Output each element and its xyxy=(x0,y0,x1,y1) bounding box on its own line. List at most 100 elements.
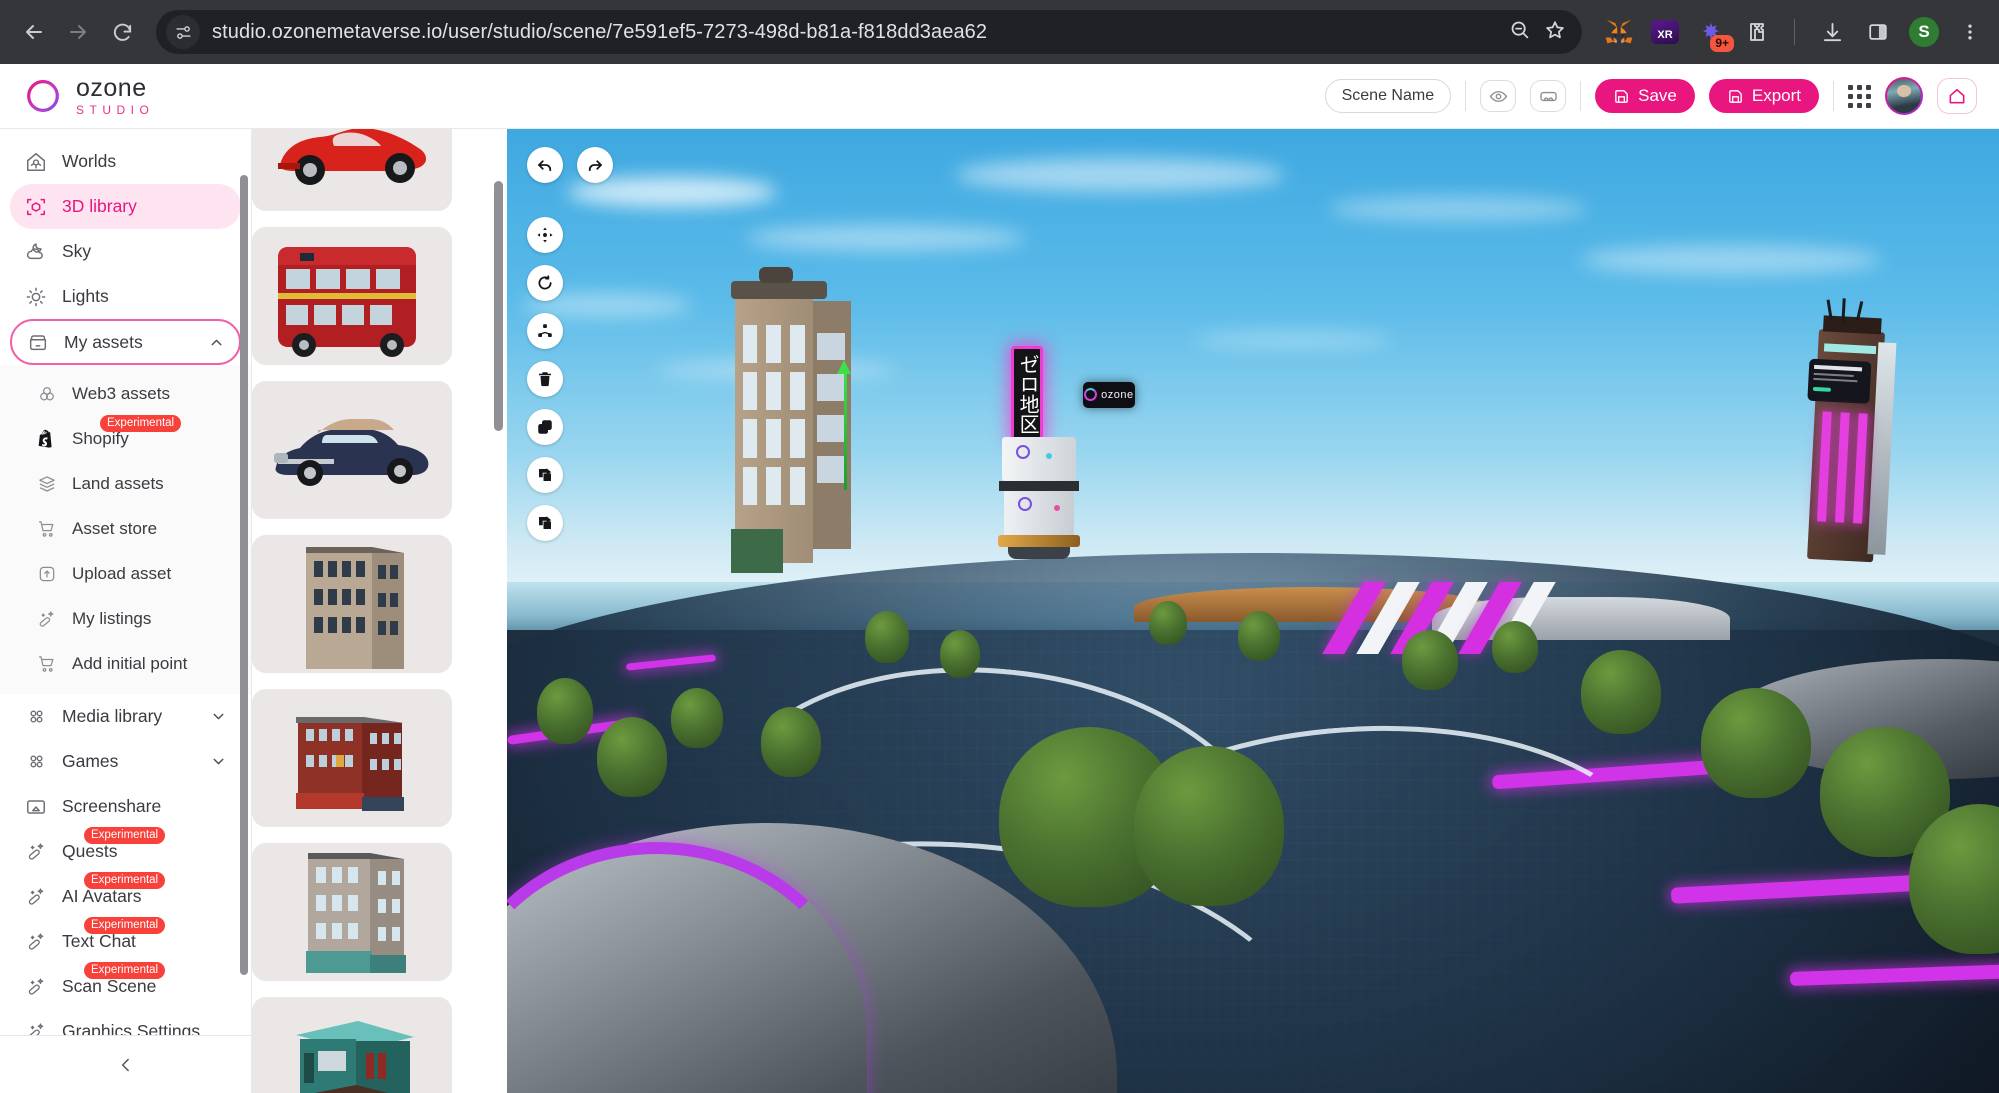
xr-extension-icon[interactable]: XR xyxy=(1650,17,1680,47)
sidebar-item-add-initial-point[interactable]: Add initial point xyxy=(24,641,241,686)
browser-back-button[interactable] xyxy=(14,12,54,52)
sidebar-item-label: Text Chat xyxy=(62,931,136,951)
transform-gizmo-arrow[interactable] xyxy=(836,360,851,375)
header-divider-2 xyxy=(1580,81,1582,111)
neon-sign-text: ゼロ地区 xyxy=(1016,353,1041,434)
browser-forward-button[interactable] xyxy=(58,12,98,52)
undo-button[interactable] xyxy=(527,147,563,183)
experimental-badge: Experimental xyxy=(84,962,166,980)
sidebar-item-worlds[interactable]: Worlds xyxy=(10,139,241,184)
sidebar-item-sky[interactable]: Sky xyxy=(10,229,241,274)
sidebar-item-games[interactable]: Games xyxy=(10,739,241,784)
rotate-tool-button[interactable] xyxy=(527,265,563,301)
sidebar-item-my-listings[interactable]: My listings xyxy=(24,596,241,641)
transform-gizmo-axis[interactable] xyxy=(844,370,848,490)
scene-tree-large xyxy=(1133,745,1284,906)
site-settings-icon[interactable] xyxy=(166,15,200,49)
sidebar-item-my-assets[interactable]: My assets xyxy=(10,319,241,365)
scene-tree xyxy=(1700,688,1811,799)
scene-ozone-billboard[interactable]: ozone xyxy=(1082,381,1135,408)
scene-tree xyxy=(1148,601,1187,646)
experimental-badge: Experimental xyxy=(100,415,182,433)
cloud-moon-icon xyxy=(24,240,48,264)
asset-card-double-decker-bus[interactable] xyxy=(252,227,452,365)
shopify-bag-icon xyxy=(36,428,58,450)
sparkle-wand-icon xyxy=(24,1020,48,1035)
sidebar-collapse-button[interactable] xyxy=(0,1035,251,1093)
my-assets-submenu: Web3 assets Shopify Experimental Land as… xyxy=(0,365,251,694)
sidebar-item-label: Asset store xyxy=(72,518,158,538)
delete-button[interactable] xyxy=(527,361,563,397)
scene-chevron-stripes xyxy=(1321,582,1614,655)
sidebar-item-upload-asset[interactable]: Upload asset xyxy=(24,551,241,596)
asset-thumbnail-panel[interactable] xyxy=(252,129,507,1093)
extensions-puzzle-icon[interactable] xyxy=(1742,17,1772,47)
sidebar-item-web3-assets[interactable]: Web3 assets xyxy=(24,371,241,416)
three-dot-menu-icon[interactable] xyxy=(1955,17,1985,47)
bookmark-star-icon[interactable] xyxy=(1544,19,1566,46)
asset-card-gray-corner-building[interactable] xyxy=(252,843,452,981)
preview-eye-icon[interactable] xyxy=(1480,80,1517,112)
browser-profile-avatar[interactable]: S xyxy=(1909,17,1939,47)
user-avatar[interactable] xyxy=(1885,77,1923,115)
share-object-button[interactable] xyxy=(527,505,563,541)
sidebar-item-label: Land assets xyxy=(72,473,164,493)
experimental-badge: Experimental xyxy=(84,917,166,935)
sidebar-item-scan-scene[interactable]: Scan Scene Experimental xyxy=(10,962,241,1009)
sidebar-item-label: Screenshare xyxy=(62,796,162,816)
asset-card-tan-apartment[interactable] xyxy=(252,535,452,673)
scene-name-input[interactable]: Scene Name xyxy=(1324,79,1452,113)
sidebar-item-asset-store[interactable]: Asset store xyxy=(24,506,241,551)
sidebar-item-shopify[interactable]: Shopify Experimental xyxy=(24,415,241,461)
experimental-badge: Experimental xyxy=(84,872,166,890)
grid-dots-icon xyxy=(24,750,48,774)
3d-viewport[interactable]: ゼロ地区 ozone xyxy=(507,129,1999,1093)
chevron-up-icon[interactable] xyxy=(208,334,225,351)
scene-cyber-tower[interactable] xyxy=(1806,298,1897,564)
sidebar-item-ai-avatars[interactable]: AI Avatars Experimental xyxy=(10,872,241,919)
address-bar[interactable]: studio.ozonemetaverse.io/user/studio/sce… xyxy=(156,10,1582,54)
chevron-down-icon[interactable] xyxy=(210,753,227,770)
ozone-ring-icon xyxy=(22,75,64,117)
brand-logo[interactable]: ozone STUDIO xyxy=(22,75,154,117)
sidebar-item-screenshare[interactable]: Screenshare xyxy=(10,784,241,829)
home-icon[interactable] xyxy=(1937,78,1977,114)
duplicate-button[interactable] xyxy=(527,409,563,445)
sidebar-item-lights[interactable]: Lights xyxy=(10,274,241,319)
export-button[interactable]: Export xyxy=(1708,79,1819,113)
save-button[interactable]: Save xyxy=(1595,79,1695,113)
download-icon[interactable] xyxy=(1817,17,1847,47)
grid-apps-icon[interactable] xyxy=(1848,84,1871,108)
browser-reload-button[interactable] xyxy=(102,12,142,52)
sidebar-item-media-library[interactable]: Media library xyxy=(10,694,241,739)
scene-tree xyxy=(671,688,724,749)
redo-button[interactable] xyxy=(577,147,613,183)
side-panel-icon[interactable] xyxy=(1863,17,1893,47)
scene-neon-sign[interactable]: ゼロ地区 xyxy=(1011,345,1044,442)
sidebar-item-land-assets[interactable]: Land assets xyxy=(24,461,241,506)
asset-card-vintage-blue-car[interactable] xyxy=(252,381,452,519)
asset-card-red-brick-building[interactable] xyxy=(252,689,452,827)
asset-card-red-sports-car[interactable] xyxy=(252,129,452,211)
asset-card-teal-storefront[interactable] xyxy=(252,997,452,1093)
sidebar-item-quests[interactable]: Quests Experimental xyxy=(10,827,241,874)
asset-panel-scrollbar[interactable] xyxy=(494,181,503,431)
notifications-extension-icon[interactable]: 9+ xyxy=(1696,17,1734,52)
export-object-button[interactable] xyxy=(527,457,563,493)
sidebar-item-graphics-settings[interactable]: Graphics Settings xyxy=(10,1009,241,1035)
scene-building-tan[interactable] xyxy=(730,266,851,573)
web3-circles-icon xyxy=(36,383,58,405)
move-tool-button[interactable] xyxy=(527,217,563,253)
chevron-down-icon[interactable] xyxy=(210,708,227,725)
sidebar-item-label: Scan Scene xyxy=(62,976,157,996)
metamask-extension-icon[interactable] xyxy=(1604,17,1634,47)
vr-headset-icon[interactable] xyxy=(1530,80,1567,112)
sidebar-scrollbar[interactable] xyxy=(240,175,248,975)
sidebar-item-label: Add initial point xyxy=(72,653,188,673)
sidebar-item-text-chat[interactable]: Text Chat Experimental xyxy=(10,917,241,964)
cart-plus-icon xyxy=(36,653,58,675)
sidebar-item-3d-library[interactable]: 3D library xyxy=(10,184,241,229)
scale-tool-button[interactable] xyxy=(527,313,563,349)
zoom-out-icon[interactable] xyxy=(1509,19,1530,45)
scene-central-tower[interactable] xyxy=(998,437,1081,560)
